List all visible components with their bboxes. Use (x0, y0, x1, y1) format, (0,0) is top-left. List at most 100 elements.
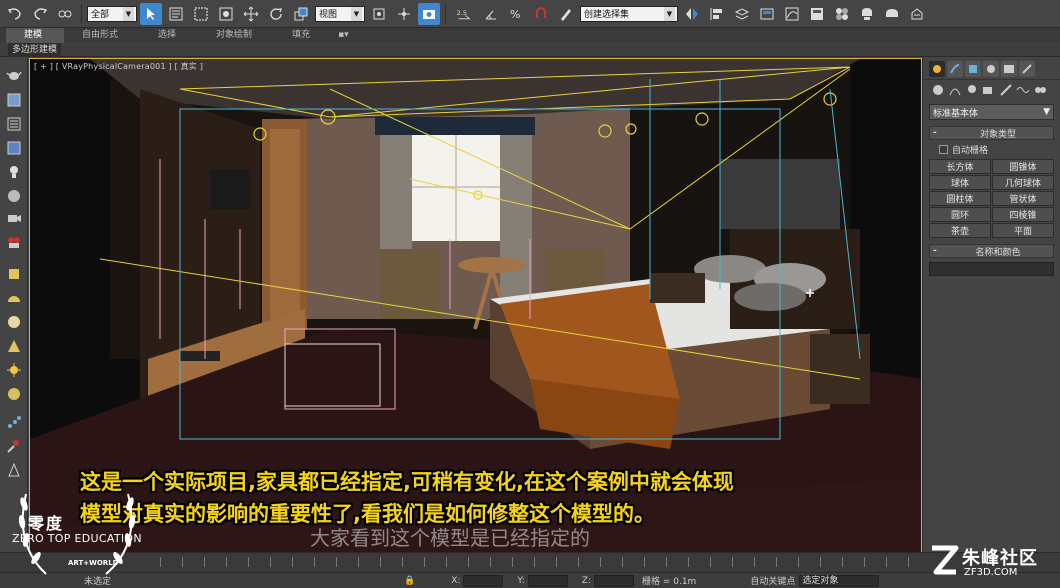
subtitle-caption: 这是一个实际项目,家具都已经指定,可稍有变化,在这个案例中就会体现 模型对真实的… (80, 466, 980, 530)
ribbon-options-button[interactable]: ▪▾ (332, 28, 355, 43)
plane-button[interactable]: 平面 (992, 223, 1054, 238)
tube-button[interactable]: 管状体 (992, 191, 1054, 206)
sphere-button[interactable]: 球体 (929, 175, 991, 190)
display-tab-icon[interactable] (1001, 60, 1017, 77)
render-frame-icon[interactable] (6, 92, 22, 108)
helper-icon[interactable] (6, 438, 22, 454)
align-icon[interactable] (706, 3, 728, 25)
tab-freeform[interactable]: 自由形式 (64, 28, 140, 43)
teapot-icon[interactable] (6, 66, 22, 82)
manipulate-icon[interactable] (393, 3, 415, 25)
key-filter-select[interactable]: 选定对象 (799, 574, 880, 587)
percent-snap-icon[interactable]: % (505, 3, 527, 25)
teapot-button[interactable]: 茶壶 (929, 223, 991, 238)
render-icon[interactable] (906, 3, 928, 25)
cylinder-button[interactable]: 圆柱体 (929, 191, 991, 206)
tab-object-paint[interactable]: 对象绘制 (198, 28, 274, 43)
geosphere-button[interactable]: 几何球体 (992, 175, 1054, 190)
cameras-icon[interactable] (982, 83, 996, 97)
geometry-icon[interactable] (931, 83, 945, 97)
rotate-icon[interactable] (265, 3, 287, 25)
timeline[interactable] (0, 552, 1060, 572)
scale-icon[interactable] (290, 3, 312, 25)
polygon-modeling-label[interactable]: 多边形建模 (8, 43, 62, 57)
lights-icon[interactable] (965, 83, 979, 97)
spinner-snap-icon[interactable] (530, 3, 552, 25)
undo-icon[interactable] (4, 3, 26, 25)
x-coord-field[interactable] (463, 574, 504, 587)
link-icon[interactable] (54, 3, 76, 25)
cone-button[interactable]: 圆锥体 (992, 159, 1054, 174)
torus-button[interactable]: 圆环 (929, 207, 991, 222)
render-setup-icon[interactable] (856, 3, 878, 25)
angle-snap-icon[interactable]: 2.5 (451, 3, 477, 25)
grid-panel-icon[interactable] (6, 140, 22, 156)
sphere-icon[interactable] (6, 188, 22, 204)
svg-text:%: % (510, 8, 520, 21)
camera-icon[interactable] (6, 210, 22, 226)
select-by-name-icon[interactable] (165, 3, 187, 25)
pivot-icon[interactable] (368, 3, 390, 25)
name-color-rollout: - 名称和颜色 (929, 244, 1054, 276)
create-tab-icon[interactable] (929, 60, 945, 77)
snap-icon[interactable] (480, 3, 502, 25)
geosphere-icon[interactable] (6, 314, 22, 330)
collapse-icon: - (933, 128, 937, 138)
modify-tab-icon[interactable] (947, 60, 963, 77)
motion-tab-icon[interactable] (983, 60, 999, 77)
y-coord-field[interactable] (527, 574, 568, 587)
lock-icon[interactable]: 🔒 (404, 576, 415, 586)
cone-icon[interactable] (6, 338, 22, 354)
window-crossing-icon[interactable] (215, 3, 237, 25)
torus-icon[interactable] (6, 386, 22, 402)
edit-named-selection-icon[interactable] (555, 3, 577, 25)
status-bar: 未选定 🔒 X: Y: Z: 栅格 = 0.1m 自动关键点 选定对象 (0, 572, 1060, 588)
spacewarps-icon[interactable] (1016, 83, 1030, 97)
graphite-icon[interactable] (756, 3, 778, 25)
selection-filter-select[interactable]: 全部 ▼ (87, 5, 137, 22)
mirror-icon[interactable] (681, 3, 703, 25)
schematic-icon[interactable] (806, 3, 828, 25)
utilities-tab-icon[interactable] (1019, 60, 1035, 77)
z-coord-field[interactable] (593, 574, 634, 587)
command-panel-tabs (923, 58, 1060, 80)
viewport-label[interactable]: [ + ] [ VRayPhysicalCamera001 ] [ 真实 ] (34, 61, 203, 72)
autogrid-checkbox[interactable]: 自动栅格 (929, 142, 1054, 156)
named-selection-select[interactable]: 创建选择集 ▼ (580, 5, 678, 22)
move-icon[interactable] (240, 3, 262, 25)
light-bulb-icon[interactable] (6, 164, 22, 180)
half-sphere-icon[interactable] (6, 290, 22, 306)
redo-icon[interactable] (29, 3, 51, 25)
hierarchy-tab-icon[interactable] (965, 60, 981, 77)
curve-editor-icon[interactable] (781, 3, 803, 25)
x-label: X: (451, 575, 461, 586)
name-color-header[interactable]: - 名称和颜色 (929, 244, 1054, 258)
reference-coordinate-select[interactable]: 视图 ▼ (315, 5, 365, 22)
primitive-type-select[interactable]: 标准基本体 ▼ (929, 104, 1054, 120)
box-icon[interactable] (6, 266, 22, 282)
tab-populate[interactable]: 填充 (274, 28, 332, 43)
helpers-icon[interactable] (999, 83, 1013, 97)
panel-icon[interactable] (6, 116, 22, 132)
toolbar-divider (81, 3, 82, 24)
particle-icon[interactable] (6, 414, 22, 430)
material-editor-icon[interactable] (831, 3, 853, 25)
svg-text:2.5: 2.5 (457, 8, 467, 16)
camera-rig-icon[interactable] (6, 234, 22, 250)
object-name-field[interactable] (929, 262, 1054, 276)
tab-selection[interactable]: 选择 (140, 28, 198, 43)
systems-icon[interactable] (1033, 83, 1047, 97)
pyramid-button[interactable]: 四棱锥 (992, 207, 1054, 222)
rendered-frame-icon[interactable] (881, 3, 903, 25)
select-object-icon[interactable] (140, 2, 162, 25)
flare-icon[interactable] (6, 362, 22, 378)
tab-modeling[interactable]: 建模 (6, 28, 65, 43)
box-button[interactable]: 长方体 (929, 159, 991, 174)
object-type-header[interactable]: - 对象类型 (929, 126, 1054, 140)
shapes-icon[interactable] (948, 83, 962, 97)
layer-icon[interactable] (731, 3, 753, 25)
rect-selection-icon[interactable] (190, 3, 212, 25)
keyboard-shortcut-icon[interactable] (418, 2, 440, 25)
auto-key-button[interactable]: 自动关键点 (750, 574, 795, 587)
timeline-ticks (160, 557, 920, 567)
